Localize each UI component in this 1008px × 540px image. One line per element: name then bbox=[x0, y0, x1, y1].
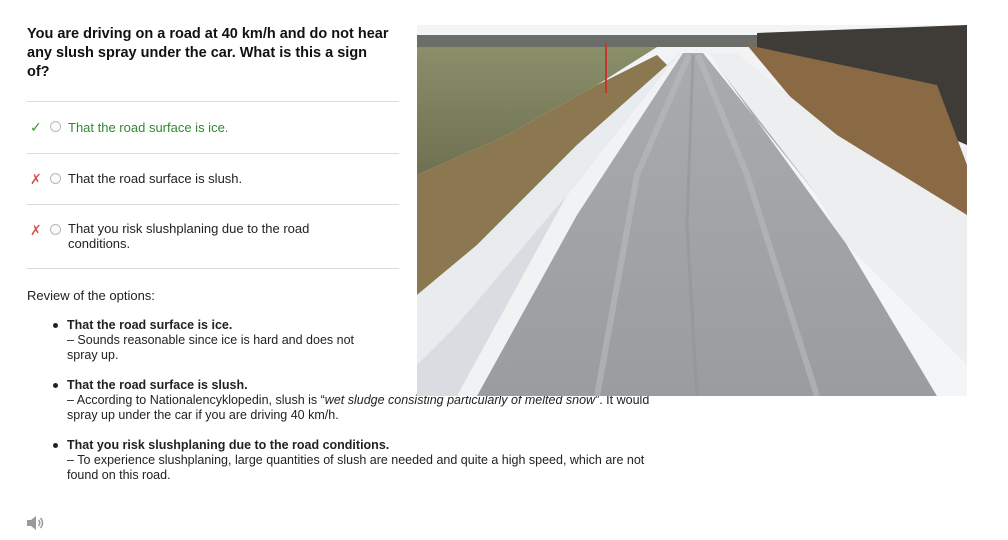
option-label: That the road surface is slush. bbox=[68, 171, 243, 186]
answer-option[interactable]: ✓ That the road surface is ice. bbox=[27, 101, 399, 153]
answer-option[interactable]: ✗ That the road surface is slush. bbox=[27, 153, 399, 204]
review-item-body: – To experience slushplaning, large quan… bbox=[67, 453, 645, 482]
review-item-title: That the road surface is ice. bbox=[67, 318, 233, 332]
check-icon: ✓ bbox=[30, 119, 42, 135]
road-photo bbox=[417, 25, 967, 396]
review-item: That the road surface is ice. – Sounds r… bbox=[53, 318, 385, 363]
option-label: That you risk slushplaning due to the ro… bbox=[68, 221, 310, 251]
answer-option[interactable]: ✗ That you risk slushplaning due to the … bbox=[27, 204, 399, 269]
cross-icon: ✗ bbox=[30, 171, 42, 187]
radio-button[interactable] bbox=[50, 224, 61, 235]
review-item-body: – According to Nationalencyklopedin, slu… bbox=[67, 393, 650, 422]
answer-options: ✓ That the road surface is ice. ✗ That t… bbox=[27, 101, 399, 269]
radio-button[interactable] bbox=[50, 173, 61, 184]
radio-button[interactable] bbox=[50, 121, 61, 132]
review-item-title: That you risk slushplaning due to the ro… bbox=[67, 438, 390, 452]
cross-icon: ✗ bbox=[30, 222, 42, 238]
review-item: That you risk slushplaning due to the ro… bbox=[53, 438, 677, 483]
option-label: That the road surface is ice. bbox=[68, 120, 229, 135]
review-heading: Review of the options: bbox=[27, 288, 155, 303]
review-item-body: – Sounds reasonable since ice is hard an… bbox=[67, 333, 354, 362]
speaker-icon[interactable] bbox=[26, 515, 46, 531]
question-text: You are driving on a road at 40 km/h and… bbox=[27, 26, 389, 80]
